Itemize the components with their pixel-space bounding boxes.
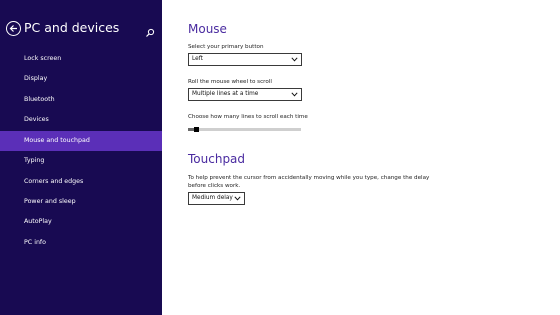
sidebar-item-power-and-sleep[interactable]: Power and sleep <box>0 192 162 212</box>
sidebar-item-corners-and-edges[interactable]: Corners and edges <box>0 172 162 192</box>
sidebar: PC and devices Lock screen Display Bluet… <box>0 0 162 315</box>
lines-to-scroll-label: Choose how many lines to scroll each tim… <box>188 114 308 120</box>
sidebar-item-bluetooth[interactable]: Bluetooth <box>0 90 162 110</box>
search-button[interactable] <box>145 23 157 37</box>
sidebar-item-mouse-and-touchpad[interactable]: Mouse and touchpad <box>0 131 162 151</box>
primary-button-dropdown[interactable]: Left <box>188 53 302 66</box>
touchpad-delay-value: Medium delay <box>192 195 233 201</box>
page-title: PC and devices <box>24 20 120 35</box>
slider-thumb[interactable] <box>194 127 199 132</box>
lines-to-scroll-slider[interactable] <box>188 127 301 132</box>
sidebar-item-autoplay[interactable]: AutoPlay <box>0 212 162 232</box>
wheel-scroll-label: Roll the mouse wheel to scroll <box>188 79 272 85</box>
sidebar-item-display[interactable]: Display <box>0 69 162 89</box>
chevron-down-icon <box>234 196 241 201</box>
touchpad-section-title: Touchpad <box>188 152 246 166</box>
sidebar-item-typing[interactable]: Typing <box>0 151 162 171</box>
sidebar-item-devices[interactable]: Devices <box>0 110 162 130</box>
primary-button-value: Left <box>192 56 203 62</box>
chevron-down-icon <box>291 92 298 97</box>
wheel-scroll-value: Multiple lines at a time <box>192 91 259 97</box>
wheel-scroll-dropdown[interactable]: Multiple lines at a time <box>188 88 302 101</box>
sidebar-item-lock-screen[interactable]: Lock screen <box>0 49 162 69</box>
touchpad-delay-dropdown[interactable]: Medium delay <box>188 192 245 205</box>
back-arrow-icon <box>9 25 17 32</box>
back-button[interactable] <box>6 21 21 36</box>
sidebar-item-pc-info[interactable]: PC info <box>0 233 162 253</box>
mouse-section-title: Mouse <box>188 22 227 36</box>
chevron-down-icon <box>291 57 298 62</box>
primary-button-label: Select your primary button <box>188 44 264 50</box>
search-icon <box>146 28 155 37</box>
touchpad-description: To help prevent the cursor from accident… <box>188 175 430 189</box>
